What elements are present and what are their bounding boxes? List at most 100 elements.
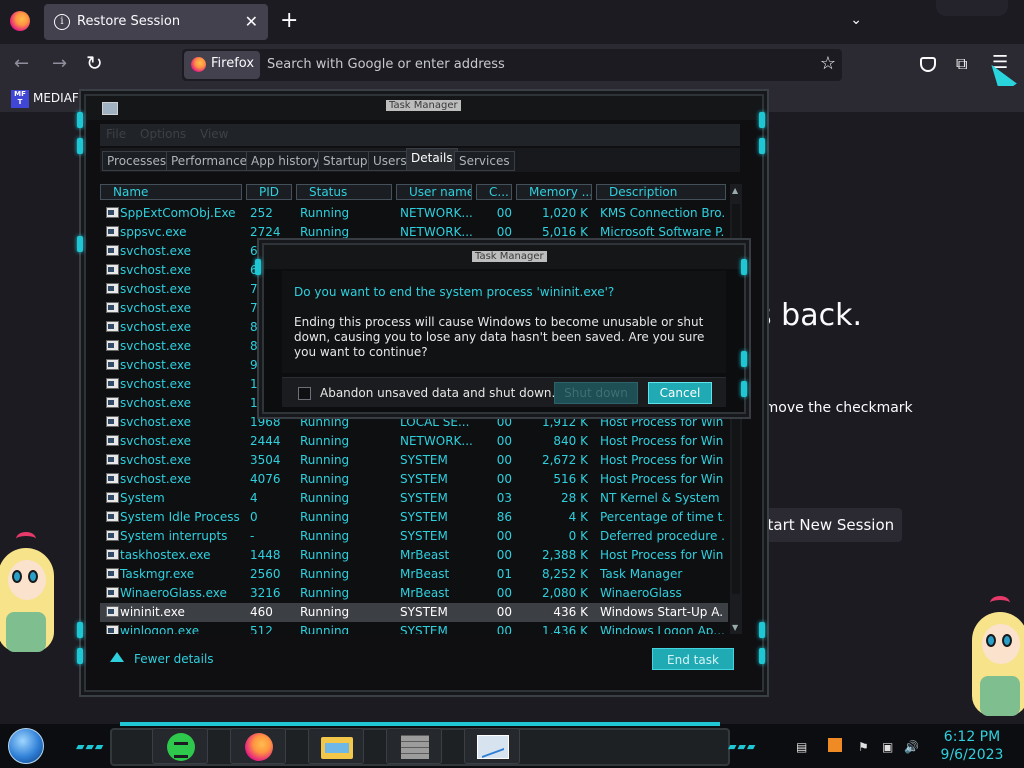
back-arrow-icon[interactable]: ← — [14, 53, 29, 74]
search-input[interactable]: Search with Google or enter address — [267, 57, 505, 72]
process-icon — [106, 473, 119, 484]
column-pid[interactable]: PID — [246, 184, 292, 200]
process-name: svchost.exe — [120, 301, 191, 315]
process-description: Task Manager — [600, 567, 683, 581]
tab-startup[interactable]: Startup — [318, 151, 373, 171]
table-row[interactable]: Taskmgr.exe 2560 Running MrBeast 01 8,252 K Ta… — [100, 565, 728, 584]
flag-icon[interactable]: ⚑ — [858, 740, 869, 754]
taskbar-notes-app[interactable] — [152, 728, 208, 764]
start-orb-icon[interactable] — [8, 728, 44, 764]
tab-restore-session[interactable]: i Restore Session ✕ — [44, 4, 268, 40]
table-row[interactable]: taskhostex.exe 1448 Running MrBeast 00 2,388 … — [100, 546, 728, 565]
network-icon[interactable]: ▣ — [882, 740, 893, 754]
taskbar-firewall-app[interactable] — [386, 728, 442, 764]
column-status[interactable]: Status — [296, 184, 392, 200]
process-pid: 0 — [250, 510, 258, 524]
process-name: SppExtComObj.Exe — [120, 206, 236, 220]
process-description: Windows Logon Ap... — [600, 624, 724, 634]
tab-app-history[interactable]: App history — [246, 151, 325, 171]
process-status: Running — [300, 605, 350, 619]
process-pid: 3216 — [250, 586, 281, 600]
process-user: SYSTEM — [400, 624, 448, 634]
tab-performance[interactable]: Performance — [166, 151, 253, 171]
extensions-icon[interactable]: ⧉ — [956, 54, 967, 74]
column-memory[interactable]: Memory ... — [516, 184, 592, 200]
fewer-details-link[interactable]: Fewer details — [134, 652, 214, 666]
dialog-titlebar[interactable]: Task Manager — [264, 245, 744, 269]
bookmark-item[interactable]: MEDIAFI — [33, 91, 82, 105]
table-header: Name PID Status User name C... Memory ..… — [100, 184, 728, 202]
table-row[interactable]: SppExtComObj.Exe 252 Running NETWORK... 00 1,… — [100, 204, 728, 223]
tab-details[interactable]: Details — [406, 148, 458, 171]
plus-icon[interactable]: + — [280, 10, 298, 32]
process-description: KMS Connection Bro... — [600, 206, 724, 220]
menu-view[interactable]: View — [200, 127, 228, 141]
table-row[interactable]: System Idle Process 0 Running SYSTEM 86 4 K Pe… — [100, 508, 728, 527]
table-row[interactable]: WinaeroGlass.exe 3216 Running MrBeast 00 2,08… — [100, 584, 728, 603]
up-arrow-icon[interactable] — [110, 652, 124, 662]
firefox-icon[interactable] — [10, 11, 30, 31]
column-name[interactable]: Name — [100, 184, 242, 200]
process-name: svchost.exe — [120, 453, 191, 467]
column-description[interactable]: Description — [596, 184, 726, 200]
process-status: Running — [300, 206, 350, 220]
process-description: Host Process for Win... — [600, 472, 724, 486]
process-cpu: 00 — [496, 529, 512, 543]
end-task-button[interactable]: End task — [652, 648, 734, 670]
forward-arrow-icon[interactable]: → — [52, 53, 67, 74]
reload-icon[interactable]: ↻ — [86, 51, 103, 75]
cancel-button[interactable]: Cancel — [648, 382, 712, 404]
table-row[interactable]: wininit.exe 460 Running SYSTEM 00 436 K Window… — [100, 603, 728, 622]
table-row[interactable]: svchost.exe 1968 Running LOCAL SE... 00 1,912… — [100, 413, 728, 432]
window-controls[interactable] — [936, 0, 1008, 16]
show-hidden-icons-icon[interactable]: ▤ — [796, 740, 807, 754]
process-memory: 28 K — [561, 491, 588, 505]
abandon-data-label[interactable]: Abandon unsaved data and shut down. — [320, 386, 555, 400]
tray-app-icon[interactable] — [828, 738, 842, 752]
process-user: SYSTEM — [400, 472, 448, 486]
process-name: System Idle Process — [120, 510, 240, 524]
menu-file[interactable]: File — [106, 127, 126, 141]
column-username[interactable]: User name — [396, 184, 472, 200]
tab-processes[interactable]: Processes — [102, 151, 172, 171]
close-icon[interactable]: ✕ — [245, 12, 258, 31]
dialog-body: Do you want to end the system process 'w… — [282, 271, 726, 373]
abandon-data-checkbox[interactable] — [298, 387, 311, 400]
process-icon — [106, 340, 119, 351]
taskbar-taskmanager-app[interactable] — [464, 728, 520, 764]
process-icon — [106, 435, 119, 446]
shut-down-button[interactable]: Shut down — [554, 382, 638, 404]
table-row[interactable]: winlogon.exe 512 Running SYSTEM 00 1,436 K Win… — [100, 622, 728, 634]
process-memory: 516 K — [553, 472, 588, 486]
menu-options[interactable]: Options — [140, 127, 186, 141]
process-name: svchost.exe — [120, 358, 191, 372]
star-icon[interactable]: ☆ — [820, 53, 836, 74]
tab-services[interactable]: Services — [454, 151, 515, 171]
taskbar-firefox-app[interactable] — [230, 728, 286, 764]
dialog-footer: Abandon unsaved data and shut down. Shut… — [282, 377, 726, 407]
table-row[interactable]: sppsvc.exe 2724 Running NETWORK... 00 5,016 K… — [100, 223, 728, 242]
taskbar-explorer-app[interactable] — [308, 728, 364, 764]
identity-chip[interactable]: Firefox — [184, 51, 260, 79]
process-memory: 8,252 K — [541, 567, 588, 581]
chevron-down-icon[interactable]: ⌄ — [850, 12, 862, 28]
dialog-question: Do you want to end the system process 'w… — [294, 285, 615, 299]
pocket-icon[interactable] — [920, 57, 936, 72]
task-manager-titlebar[interactable]: Task Manager — [86, 96, 762, 120]
url-bar[interactable]: Firefox Search with Google or enter addr… — [182, 49, 842, 81]
table-row[interactable]: System interrupts - Running SYSTEM 00 0 K Defe… — [100, 527, 728, 546]
table-row[interactable]: svchost.exe 2444 Running NETWORK... 00 840 K H… — [100, 432, 728, 451]
taskbar-decoration: ▰▰▰ — [76, 740, 105, 753]
process-cpu: 00 — [496, 225, 512, 239]
column-cpu[interactable]: C... — [476, 184, 512, 200]
taskbar-clock[interactable]: 6:12 PM 9/6/2023 — [930, 728, 1014, 764]
process-status: Running — [300, 415, 350, 429]
table-row[interactable]: System 4 Running SYSTEM 03 28 K NT Kernel & Sy… — [100, 489, 728, 508]
process-name: svchost.exe — [120, 434, 191, 448]
process-name: wininit.exe — [120, 605, 185, 619]
process-description: Percentage of time t... — [600, 510, 724, 524]
table-row[interactable]: svchost.exe 4076 Running SYSTEM 00 516 K Host … — [100, 470, 728, 489]
process-icon — [106, 416, 119, 427]
table-row[interactable]: svchost.exe 3504 Running SYSTEM 00 2,672 K Hos… — [100, 451, 728, 470]
volume-icon[interactable]: 🔊 — [904, 740, 919, 754]
